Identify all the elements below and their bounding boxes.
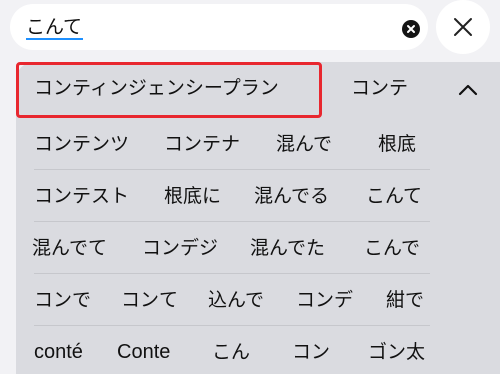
suggestion-row: コンティンジェンシープラン コンテ [16, 62, 500, 118]
suggestion-row: 混んでて コンデジ 混んでた こんで [16, 222, 500, 274]
suggestion-row: コンテンツ コンテナ 混んで 根底 [16, 118, 500, 170]
keyboard-search-screen: こんて コンティンジェンシープラン コンテ コンテンツ コンテナ 混んで 根底 [0, 0, 500, 374]
suggestion-item[interactable]: コンデジ [142, 222, 218, 274]
suggestion-item[interactable]: コンで [34, 274, 91, 326]
chevron-up-icon[interactable] [456, 80, 480, 100]
suggestion-item[interactable]: 込んで [208, 274, 264, 326]
suggestion-item[interactable]: コンテ [351, 62, 408, 114]
suggestion-item[interactable]: Conte [117, 326, 170, 374]
search-field[interactable]: こんて [10, 4, 428, 50]
suggestion-item[interactable]: 根底に [164, 170, 221, 222]
x-circle-icon [407, 25, 415, 33]
suggestion-row: コンで コンて 込んで コンデ 紺で [16, 274, 500, 326]
suggestion-item[interactable]: コン [292, 326, 330, 374]
suggestion-item[interactable]: conté [34, 326, 83, 374]
suggestion-row: conté Conte こん コン ゴン太 [16, 326, 500, 374]
suggestion-item[interactable]: 根底 [378, 118, 416, 170]
suggestion-item[interactable]: 紺で [386, 274, 424, 326]
suggestion-item[interactable]: 混んで [276, 118, 332, 170]
suggestion-panel: コンティンジェンシープラン コンテ コンテンツ コンテナ 混んで 根底 コンテス… [16, 62, 500, 374]
suggestion-item[interactable]: コンテンツ [34, 118, 129, 170]
suggestion-item[interactable]: 混んでる [254, 170, 329, 222]
close-button[interactable] [436, 0, 490, 54]
clear-search-button[interactable] [402, 20, 420, 38]
suggestion-item[interactable]: 混んでて [32, 222, 107, 274]
suggestion-item[interactable]: コンテナ [164, 118, 240, 170]
suggestion-item[interactable]: コンデ [296, 274, 353, 326]
search-input-text[interactable]: こんて [26, 16, 84, 40]
suggestion-item[interactable]: こん [212, 326, 250, 374]
suggestion-item[interactable]: こんで [364, 222, 420, 274]
suggestion-item[interactable]: ゴン太 [368, 326, 425, 374]
suggestion-item[interactable]: コンて [121, 274, 178, 326]
suggestion-row: コンテスト 根底に 混んでる こんて [16, 170, 500, 222]
suggestion-item[interactable]: 混んでた [250, 222, 325, 274]
suggestion-item[interactable]: こんて [366, 170, 422, 222]
suggestion-item[interactable]: コンティンジェンシープラン [34, 62, 279, 114]
close-icon [454, 18, 472, 36]
suggestion-item[interactable]: コンテスト [34, 170, 129, 222]
